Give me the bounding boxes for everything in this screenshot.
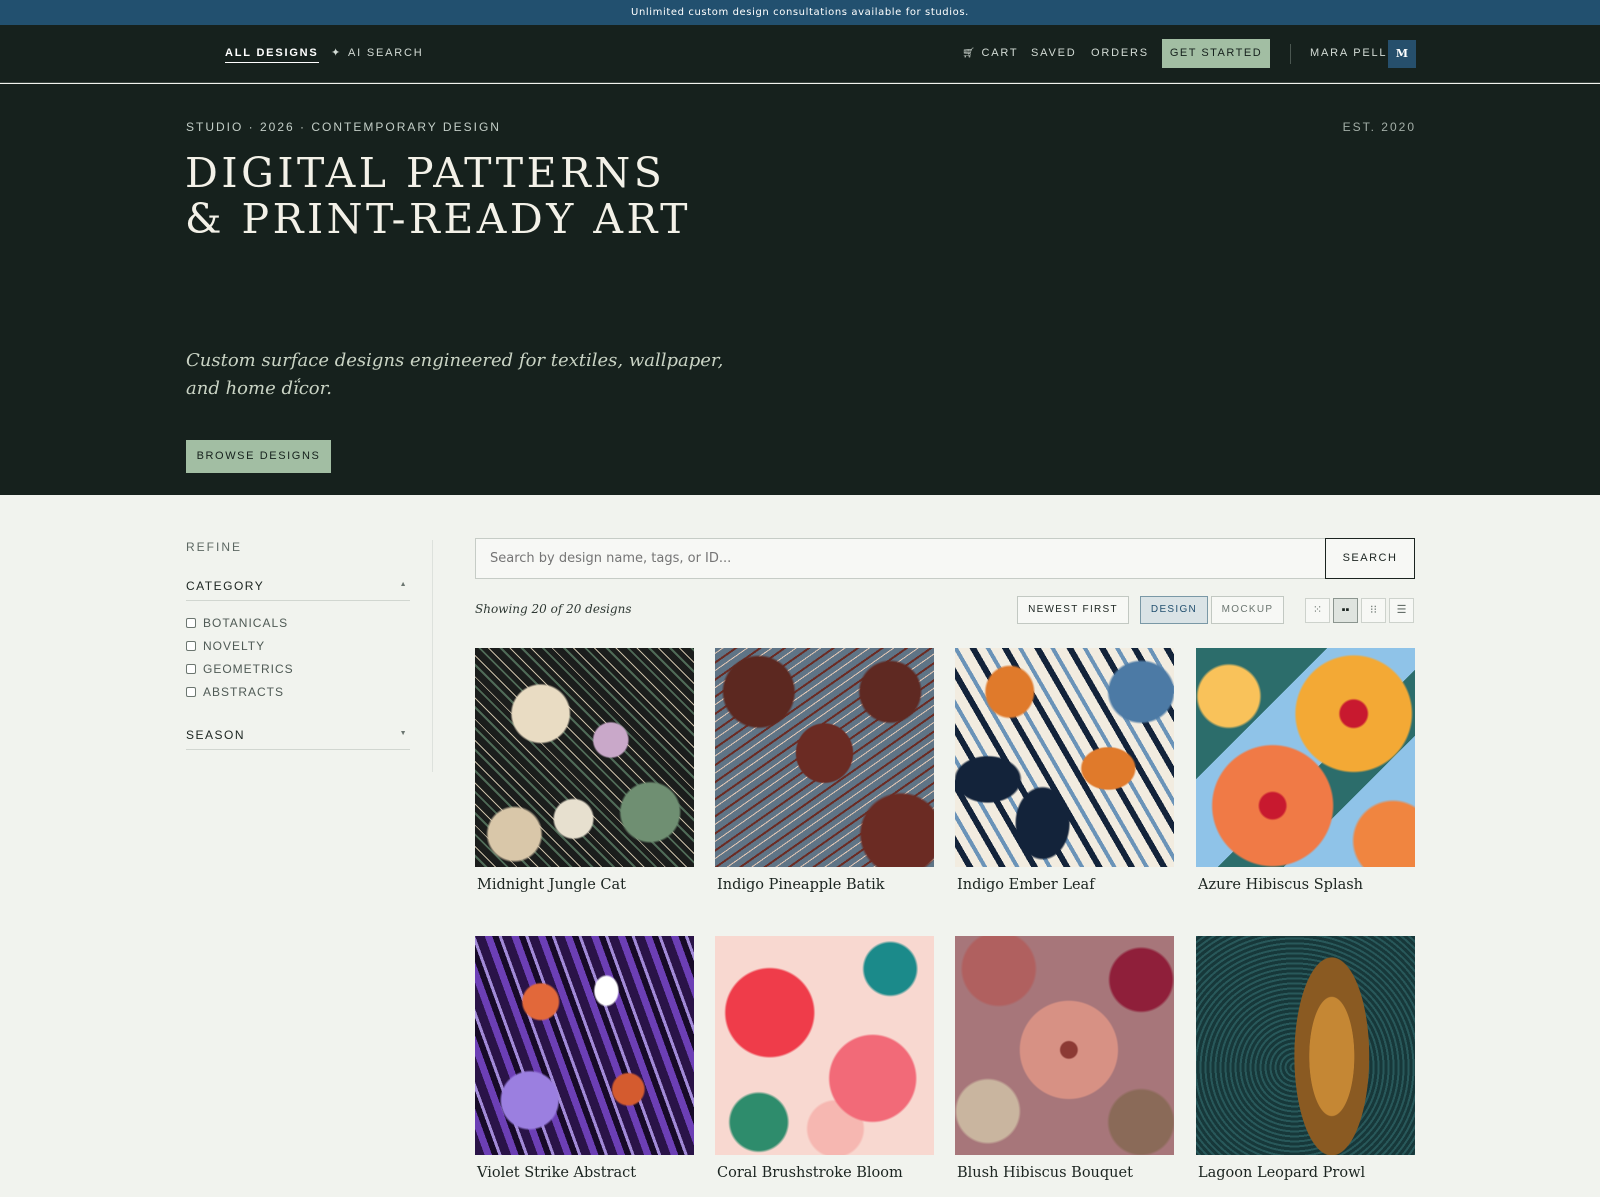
design-thumbnail[interactable] [955, 648, 1174, 867]
search-input[interactable] [475, 538, 1326, 579]
design-thumbnail[interactable] [1196, 936, 1415, 1155]
list-icon[interactable]: ☰ [1389, 598, 1414, 623]
filter-abstracts-label: ABSTRACTS [203, 685, 285, 699]
checkbox[interactable] [186, 664, 196, 674]
nav-cart[interactable]: 🛒︎ CART [962, 25, 1018, 83]
filter-geometrics[interactable]: GEOMETRICS [186, 662, 294, 676]
nav-ai-search-label: AI SEARCH [348, 47, 424, 59]
grid-large-icon[interactable]: ▪▪ [1333, 598, 1358, 623]
design-thumbnail[interactable] [715, 648, 934, 867]
design-title[interactable]: Azure Hibiscus Splash [1196, 877, 1415, 893]
hero-eyebrow: STUDIO · 2026 · CONTEMPORARY DESIGN [186, 120, 501, 134]
nav-cart-label: CART [981, 47, 1019, 59]
hero-section [0, 84, 1600, 495]
filter-abstracts[interactable]: ABSTRACTS [186, 685, 284, 699]
design-title[interactable]: Midnight Jungle Cat [475, 877, 694, 893]
filter-botanicals-label: BOTANICALS [203, 616, 289, 630]
hero-established: EST. 2020 [1342, 120, 1416, 134]
design-thumbnail[interactable] [475, 648, 694, 867]
nav-all-designs[interactable]: ALL DESIGNS [225, 25, 319, 83]
design-card[interactable]: Midnight Jungle Cat [475, 648, 694, 893]
checkbox[interactable] [186, 618, 196, 628]
checkbox[interactable] [186, 687, 196, 697]
season-filter-label: SEASON [186, 728, 246, 742]
cart-icon: 🛒︎ [962, 48, 977, 59]
caret-up-icon: ▲ [399, 581, 408, 588]
filter-novelty-label: NOVELTY [203, 639, 266, 653]
design-thumbnail[interactable] [715, 936, 934, 1155]
design-thumbnail[interactable] [475, 936, 694, 1155]
view-design-toggle[interactable]: DESIGN [1140, 596, 1208, 624]
design-title[interactable]: Indigo Pineapple Batik [715, 877, 934, 893]
sidebar-divider [432, 540, 433, 772]
design-title[interactable]: Indigo Ember Leaf [955, 877, 1174, 893]
design-title[interactable]: Lagoon Leopard Prowl [1196, 1165, 1415, 1181]
nav-orders[interactable]: ORDERS [1091, 25, 1149, 83]
design-title[interactable]: Violet Strike Abstract [475, 1165, 694, 1181]
hero-title: DIGITAL PATTERNS & PRINT-READY ART [185, 149, 691, 243]
design-thumbnail[interactable] [1196, 648, 1415, 867]
nav-ai-search[interactable]: ✦ AI SEARCH [331, 25, 424, 83]
design-card[interactable]: Lagoon Leopard Prowl [1196, 936, 1415, 1181]
caret-down-icon: ▼ [399, 730, 408, 737]
grid-dots-icon[interactable]: ⁝⁝ [1361, 598, 1386, 623]
category-filter-label: CATEGORY [186, 579, 265, 593]
checkbox[interactable] [186, 641, 196, 651]
filter-geometrics-label: GEOMETRICS [203, 662, 294, 676]
sort-select[interactable]: NEWEST FIRST [1017, 596, 1129, 624]
nav-saved[interactable]: SAVED [1031, 25, 1076, 83]
category-filter-toggle[interactable]: CATEGORY ▲ [186, 579, 410, 601]
search-button[interactable]: SEARCH [1325, 538, 1415, 579]
top-nav: ALL DESIGNS ✦ AI SEARCH 🛒︎ CART SAVED ORDE… [0, 25, 1600, 83]
design-title[interactable]: Coral Brushstroke Bloom [715, 1165, 934, 1181]
hero-subtitle: Custom surface designs engineered for te… [186, 350, 724, 399]
refine-heading: REFINE [186, 540, 243, 554]
design-card[interactable]: Indigo Pineapple Batik [715, 648, 934, 893]
user-name[interactable]: MARA PELL [1310, 25, 1387, 83]
season-filter-toggle[interactable]: SEASON ▼ [186, 728, 410, 750]
design-title[interactable]: Blush Hibiscus Bouquet [955, 1165, 1174, 1181]
grid-small-icon[interactable]: ⁙ [1305, 598, 1330, 623]
browse-designs-button[interactable]: BROWSE DESIGNS [186, 440, 331, 473]
design-card[interactable]: Coral Brushstroke Bloom [715, 936, 934, 1181]
design-card[interactable]: Violet Strike Abstract [475, 936, 694, 1181]
avatar[interactable]: M [1388, 40, 1416, 68]
view-mockup-toggle[interactable]: MOCKUP [1211, 596, 1284, 624]
nav-divider [1290, 44, 1291, 64]
results-count: Showing 20 of 20 designs [475, 602, 632, 616]
sparkle-icon: ✦ [331, 47, 343, 59]
design-thumbnail[interactable] [955, 936, 1174, 1155]
get-started-button[interactable]: GET STARTED [1162, 39, 1270, 68]
filter-novelty[interactable]: NOVELTY [186, 639, 265, 653]
promo-banner: Unlimited custom design consultations av… [0, 0, 1600, 25]
nav-all-designs-label: ALL DESIGNS [225, 47, 319, 63]
design-card[interactable]: Indigo Ember Leaf [955, 648, 1174, 893]
filter-botanicals[interactable]: BOTANICALS [186, 616, 288, 630]
design-card[interactable]: Azure Hibiscus Splash [1196, 648, 1415, 893]
design-card[interactable]: Blush Hibiscus Bouquet [955, 936, 1174, 1181]
